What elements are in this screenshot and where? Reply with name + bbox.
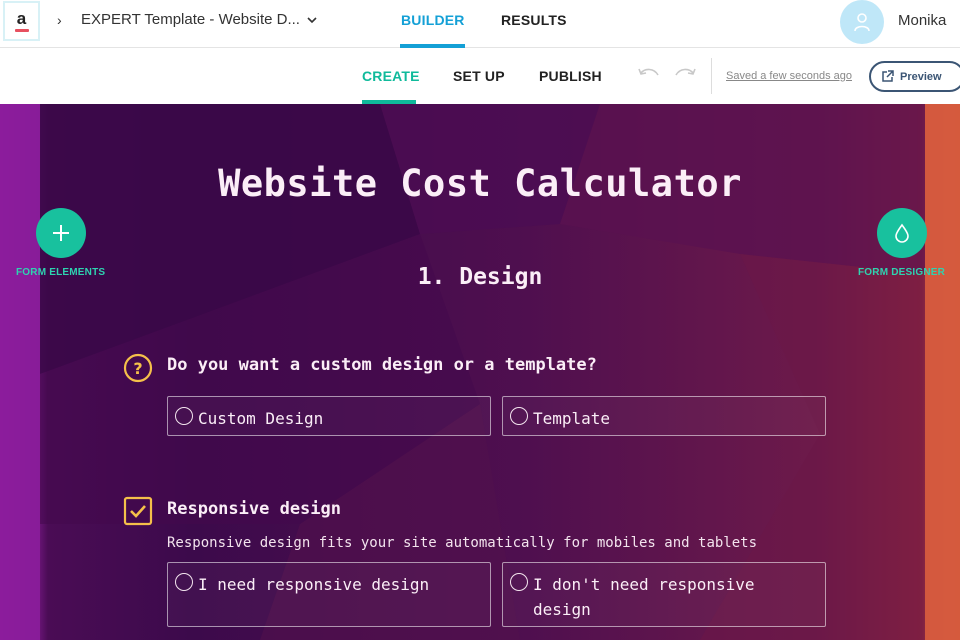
checkbox-icon xyxy=(123,496,153,526)
user-name[interactable]: Monika xyxy=(898,12,946,29)
option-label: I need responsive design xyxy=(198,575,430,594)
form-title[interactable]: EXPERT Template - Website D... xyxy=(81,11,300,28)
option-label: I don't need responsive design xyxy=(533,575,755,619)
option-label: Template xyxy=(533,409,611,428)
question-1-text[interactable]: Do you want a custom design or a templat… xyxy=(167,355,597,375)
droplet-icon xyxy=(895,223,909,243)
user-avatar[interactable] xyxy=(840,0,884,44)
user-icon xyxy=(854,13,870,32)
tab-publish[interactable]: PUBLISH xyxy=(539,68,602,84)
plus-icon xyxy=(53,225,69,241)
option-template[interactable]: Template xyxy=(502,396,826,436)
external-link-icon xyxy=(882,70,894,82)
app-logo[interactable]: a xyxy=(3,1,40,41)
radio-button[interactable] xyxy=(510,573,528,591)
preview-button[interactable]: Preview xyxy=(869,61,960,92)
option-no-responsive[interactable]: I don't need responsive design xyxy=(502,562,826,627)
section-heading[interactable]: 1. Design xyxy=(0,264,960,290)
svg-text:?: ? xyxy=(133,359,142,378)
form-designer-label[interactable]: FORM DESIGNER xyxy=(858,267,945,278)
save-status: Saved a few seconds ago xyxy=(726,70,852,82)
top-bar: a › EXPERT Template - Website D... BUILD… xyxy=(0,0,960,48)
option-need-responsive[interactable]: I need responsive design xyxy=(167,562,491,627)
form-canvas: Website Cost Calculator 1. Design FORM E… xyxy=(0,104,960,640)
breadcrumb-chevron-icon: › xyxy=(57,12,62,28)
radio-button[interactable] xyxy=(175,407,193,425)
redo-icon[interactable] xyxy=(672,64,698,86)
sub-toolbar: CREATE SET UP PUBLISH Saved a few second… xyxy=(0,48,960,104)
toolbar-divider xyxy=(711,58,712,94)
form-elements-label[interactable]: FORM ELEMENTS xyxy=(16,267,105,278)
form-elements-button[interactable] xyxy=(36,208,86,258)
radio-button[interactable] xyxy=(510,407,528,425)
form-designer-button[interactable] xyxy=(877,208,927,258)
tab-builder[interactable]: BUILDER xyxy=(401,12,465,28)
tab-create[interactable]: CREATE xyxy=(362,68,420,84)
question-2-description[interactable]: Responsive design fits your site automat… xyxy=(167,535,757,551)
radio-button[interactable] xyxy=(175,573,193,591)
title-dropdown-chevron-icon[interactable] xyxy=(307,12,317,27)
question-icon: ? xyxy=(123,353,153,383)
tab-set-up[interactable]: SET UP xyxy=(453,68,505,84)
option-custom-design[interactable]: Custom Design xyxy=(167,396,491,436)
preview-label: Preview xyxy=(900,70,942,83)
tab-results[interactable]: RESULTS xyxy=(501,12,567,28)
logo-underline xyxy=(14,28,29,32)
form-title-heading[interactable]: Website Cost Calculator xyxy=(0,162,960,205)
logo-letter: a xyxy=(16,8,27,28)
undo-icon[interactable] xyxy=(636,64,662,86)
option-label: Custom Design xyxy=(198,409,324,428)
question-2-text[interactable]: Responsive design xyxy=(167,499,341,519)
